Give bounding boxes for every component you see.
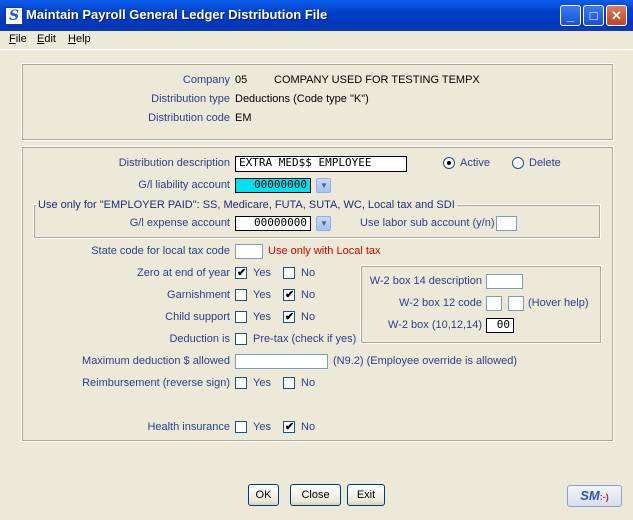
distribution-code-value: EM [235,112,252,124]
reimbursement-label: Reimbursement (reverse sign) [82,377,230,389]
gl-expense-lookup-button[interactable]: ▼ [316,216,331,231]
check-icon: ✔ [285,289,295,301]
pretax-checkbox[interactable] [235,333,247,345]
w2-box12-label: W-2 box 12 code [399,297,482,309]
chevron-down-icon: ▼ [320,219,328,228]
child-support-yes-checkbox[interactable] [235,311,247,323]
distribution-code-label: Distribution code [148,112,230,124]
w2-hover-help: (Hover help) [528,297,589,309]
child-support-label: Child support [165,311,230,323]
state-code-label: State code for local tax code [91,245,230,257]
minimize-icon: _ [566,8,575,23]
active-radio[interactable] [443,157,455,169]
check-icon: ✔ [237,267,247,279]
w2-box14-input[interactable] [486,274,523,289]
garnishment-label: Garnishment [167,289,230,301]
maximize-icon: □ [589,8,598,23]
distribution-description-input[interactable]: EXTRA MED$$ EMPLOYEE [235,156,407,172]
menu-help[interactable]: Help [68,33,91,45]
reimbursement-no-label: No [301,377,316,389]
gl-liability-lookup-button[interactable]: ▼ [316,178,331,193]
close-icon: ✕ [611,8,622,23]
reimbursement-no-checkbox[interactable] [283,377,295,389]
zero-eoy-label: Zero at end of year [137,267,230,279]
garnishment-yes-label: Yes [253,289,271,301]
company-label: Company [182,74,230,86]
ok-button[interactable]: OK [248,484,279,506]
health-insurance-yes-label: Yes [253,421,271,433]
max-deduction-input[interactable] [235,354,328,369]
max-deduction-label: Maximum deduction $ allowed [82,355,230,367]
zero-eoy-no-label: No [301,267,316,279]
reimbursement-yes-label: Yes [253,377,271,389]
deduction-is-label: Deduction is [169,333,230,345]
distribution-description-label: Distribution description [118,157,230,169]
state-code-note: Use only with Local tax [268,245,381,257]
exit-button[interactable]: Exit [347,484,385,506]
garnishment-no-label: No [301,289,316,301]
state-code-input[interactable] [235,244,263,259]
w2-box14-label: W-2 box 14 description [369,275,482,287]
w2-box-input[interactable]: 00 [486,318,514,333]
gl-liability-input[interactable]: 00000000 [235,178,311,193]
zero-eoy-yes-label: Yes [253,267,271,279]
garnishment-yes-checkbox[interactable] [235,289,247,301]
health-insurance-no-checkbox[interactable]: ✔ [283,421,295,433]
child-support-no-label: No [301,311,316,323]
active-label: Active [460,157,490,169]
delete-label: Delete [529,157,561,169]
distribution-type-value: Deductions (Code type "K") [235,93,369,105]
max-deduction-note: (N9.2) (Employee override is allowed) [333,355,518,367]
title-bar: S Maintain Payroll General Ledger Distri… [0,0,633,32]
health-insurance-yes-checkbox[interactable] [235,421,247,433]
gl-expense-input[interactable]: 00000000 [235,216,311,231]
close-window-button[interactable]: ✕ [606,5,627,26]
labor-sub-account-input[interactable] [496,216,517,231]
health-insurance-label: Health insurance [147,421,230,433]
menu-file[interactable]: File [9,33,27,45]
sm-logo-button[interactable]: SM:-) [567,485,622,507]
zero-eoy-yes-checkbox[interactable]: ✔ [235,267,247,279]
check-icon: ✔ [285,421,295,433]
check-icon: ✔ [285,311,295,323]
gl-liability-label: G/l liability account [138,179,230,191]
gl-expense-label: G/l expense account [129,217,230,229]
pretax-label: Pre-tax (check if yes) [253,333,357,345]
sm-logo-text: SM [580,488,600,503]
company-name: COMPANY USED FOR TESTING TEMPX [274,74,480,86]
company-code: 05 [235,74,248,86]
app-icon: S [5,7,23,25]
maximize-button[interactable]: □ [583,5,604,26]
labor-sub-account-label: Use labor sub account (y/n) [360,217,495,229]
garnishment-no-checkbox[interactable]: ✔ [283,289,295,301]
menu-edit[interactable]: Edit [37,33,56,45]
delete-radio[interactable] [512,157,524,169]
minimize-button[interactable]: _ [560,5,581,26]
window-title: Maintain Payroll General Ledger Distribu… [26,7,328,22]
close-button[interactable]: Close [290,484,341,506]
chevron-down-icon: ▼ [320,181,328,190]
distribution-type-label: Distribution type [151,93,230,105]
health-insurance-no-label: No [301,421,316,433]
w2-box-label: W-2 box (10,12,14) [388,319,482,331]
child-support-yes-label: Yes [253,311,271,323]
w2-box12-code-input-2[interactable] [508,296,524,311]
w2-box12-code-input-1[interactable] [486,296,502,311]
child-support-no-checkbox[interactable]: ✔ [283,311,295,323]
smiley-icon: :-) [599,492,609,502]
reimbursement-yes-checkbox[interactable] [235,377,247,389]
zero-eoy-no-checkbox[interactable] [283,267,295,279]
menu-bar: File Edit Help [0,31,633,50]
employer-paid-note: Use only for "EMPLOYER PAID": SS, Medica… [36,199,457,211]
